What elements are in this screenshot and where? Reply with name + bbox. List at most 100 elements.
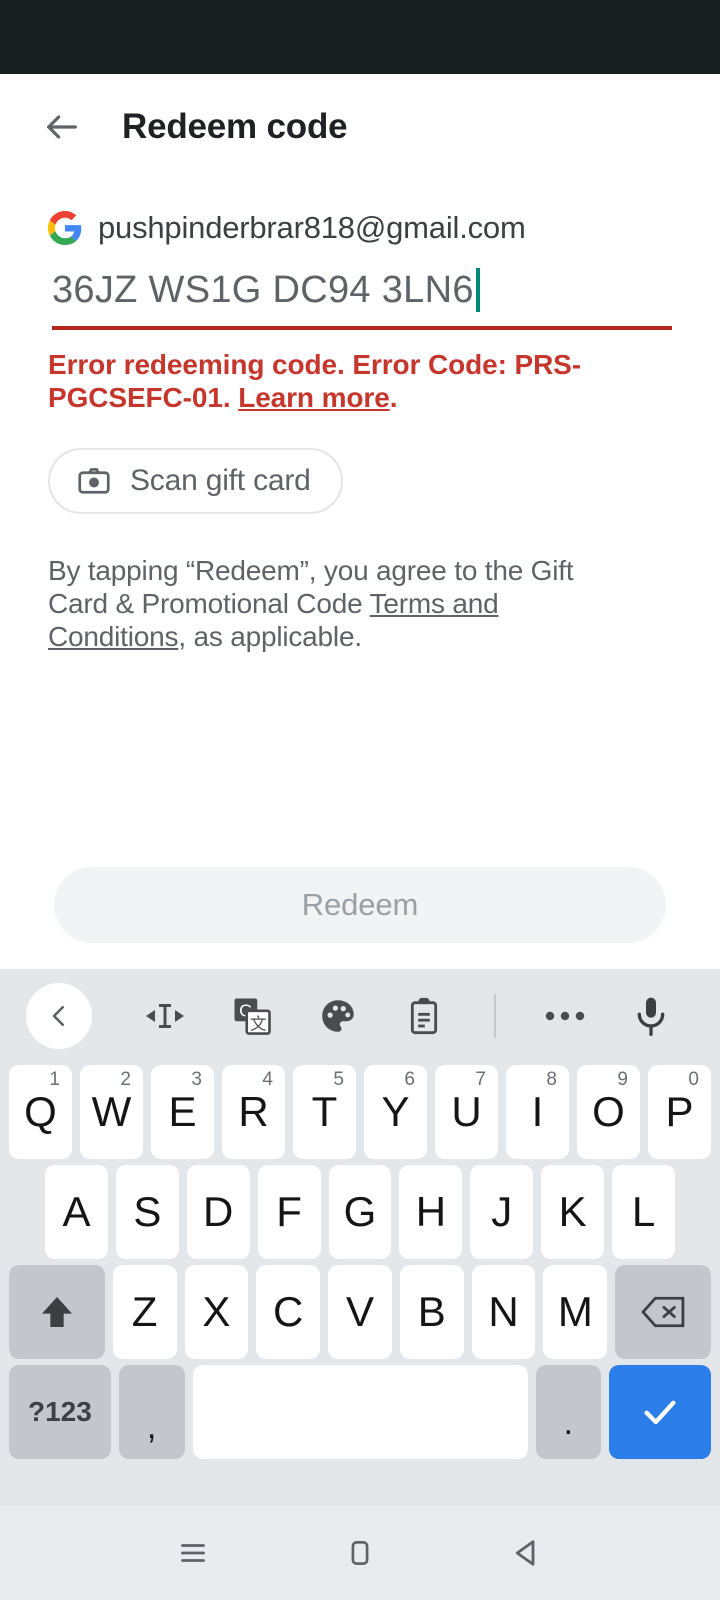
key-t[interactable]: 5T <box>293 1065 356 1159</box>
key-i[interactable]: 8I <box>506 1065 569 1159</box>
page-title: Redeem code <box>122 107 348 146</box>
key-o[interactable]: 9O <box>577 1065 640 1159</box>
keyboard-row-1: 1Q 2W 3E 4R 5T 6Y 7U 8I 9O 0P <box>5 1065 715 1159</box>
back-button[interactable] <box>492 1518 562 1588</box>
key-label: Y <box>381 1088 410 1135</box>
key-n[interactable]: N <box>471 1265 536 1359</box>
key-q[interactable]: 1Q <box>9 1065 72 1159</box>
key-label: W <box>91 1088 132 1135</box>
svg-text:文: 文 <box>249 1014 266 1033</box>
key-w[interactable]: 2W <box>80 1065 143 1159</box>
key-number: 7 <box>475 1069 486 1090</box>
back-triangle-icon <box>515 1539 535 1566</box>
key-label: P <box>665 1088 694 1135</box>
symbols-key[interactable]: ?123 <box>9 1365 111 1459</box>
android-nav-bar <box>0 1504 720 1600</box>
checkmark-icon <box>644 1400 676 1425</box>
key-number: 3 <box>191 1069 202 1090</box>
key-label: E <box>168 1088 197 1135</box>
key-label: Q <box>24 1088 57 1135</box>
error-message: Error redeeming code. Error Code: PRS-PG… <box>48 348 660 414</box>
keyboard-toolbar: G 文 <box>0 973 720 1059</box>
key-number: 5 <box>333 1069 344 1090</box>
cursor-move-button[interactable] <box>122 999 208 1033</box>
text-caret <box>475 268 480 312</box>
enter-key[interactable] <box>609 1365 711 1459</box>
shift-up-arrow-icon <box>41 1297 72 1327</box>
learn-more-link[interactable]: Learn more <box>238 382 390 413</box>
key-v[interactable]: V <box>328 1265 392 1359</box>
key-c[interactable]: C <box>256 1265 321 1359</box>
key-d[interactable]: D <box>186 1165 250 1259</box>
key-u[interactable]: 7U <box>435 1065 498 1159</box>
key-f[interactable]: F <box>257 1165 321 1259</box>
key-g[interactable]: G <box>328 1165 392 1259</box>
code-input-value: 36JZ WS1G DC94 3LN6 <box>52 268 474 311</box>
error-message-suffix: . <box>389 382 398 414</box>
google-g-icon <box>48 211 82 245</box>
key-number: 8 <box>546 1069 557 1090</box>
key-label: O <box>592 1088 625 1135</box>
account-email: pushpinderbrar818@gmail.com <box>98 210 526 245</box>
space-key[interactable] <box>192 1365 528 1459</box>
keyboard-row-2: A S D F G H J K L <box>5 1165 715 1259</box>
status-bar <box>0 0 720 74</box>
key-y[interactable]: 6Y <box>364 1065 427 1159</box>
key-number: 6 <box>404 1069 415 1090</box>
key-number: 0 <box>688 1069 699 1090</box>
keyboard-back-button[interactable] <box>26 983 92 1049</box>
key-number: 4 <box>262 1069 273 1090</box>
keyboard-rows: 1Q 2W 3E 4R 5T 6Y 7U 8I 9O 0P A S D F G … <box>0 1059 720 1504</box>
key-j[interactable]: J <box>470 1165 534 1259</box>
key-e[interactable]: 3E <box>151 1065 214 1159</box>
recents-button[interactable] <box>158 1518 228 1588</box>
scan-gift-card-label: Scan gift card <box>130 464 311 498</box>
key-r[interactable]: 4R <box>222 1065 285 1159</box>
key-s[interactable]: S <box>115 1165 179 1259</box>
key-l[interactable]: L <box>612 1165 676 1259</box>
on-screen-keyboard: G 文 1 Q 2 W 3 E 4 R 5 T 6 Y 7 U 8 I 9 O … <box>0 969 720 1504</box>
key-p[interactable]: 0P <box>648 1065 711 1159</box>
terms-text-after: , as applicable. <box>178 621 362 653</box>
terms-text: By tapping “Redeem”, you agree to the Gi… <box>48 554 634 653</box>
comma-key[interactable]: , <box>118 1365 185 1459</box>
backspace-key[interactable] <box>615 1265 711 1359</box>
period-key[interactable]: . <box>535 1365 602 1459</box>
key-a[interactable]: A <box>45 1165 108 1259</box>
key-label: U <box>451 1088 482 1135</box>
shift-key[interactable] <box>9 1265 105 1359</box>
toolbar-divider <box>493 994 496 1038</box>
redeem-button[interactable]: Redeem <box>54 867 666 943</box>
keyboard-row-4: ?123 , . <box>5 1365 715 1459</box>
code-input-underline <box>52 326 672 330</box>
camera-icon <box>78 468 110 494</box>
code-input-text-wrap[interactable]: 36JZ WS1G DC94 3LN6 <box>52 268 672 326</box>
clipboard-button[interactable] <box>381 996 467 1036</box>
key-label: R <box>238 1088 269 1135</box>
key-b[interactable]: B <box>399 1265 464 1359</box>
voice-input-button[interactable] <box>608 994 694 1038</box>
key-h[interactable]: H <box>399 1165 463 1259</box>
home-square-icon <box>351 1540 369 1565</box>
account-row[interactable]: pushpinderbrar818@gmail.com <box>0 180 720 246</box>
redeem-button-wrap: Redeem <box>0 867 720 943</box>
app-bar: Redeem code <box>0 74 720 180</box>
key-m[interactable]: M <box>543 1265 608 1359</box>
app-content: Redeem code pushpinderbrar818@gmail.com … <box>0 74 720 969</box>
key-z[interactable]: Z <box>112 1265 177 1359</box>
translate-button[interactable]: G 文 <box>208 995 294 1037</box>
key-number: 1 <box>49 1069 60 1090</box>
more-options-button[interactable] <box>522 1009 608 1023</box>
key-label: T <box>311 1088 338 1135</box>
back-arrow-icon[interactable] <box>36 101 88 153</box>
backspace-icon <box>641 1296 685 1328</box>
phone-screen: Redeem code pushpinderbrar818@gmail.com … <box>0 0 720 1600</box>
key-k[interactable]: K <box>541 1165 605 1259</box>
key-x[interactable]: X <box>184 1265 249 1359</box>
home-button[interactable] <box>325 1518 395 1588</box>
code-input-field[interactable]: 36JZ WS1G DC94 3LN6 <box>52 268 672 330</box>
key-label: I <box>531 1088 544 1135</box>
scan-gift-card-button[interactable]: Scan gift card <box>48 448 343 515</box>
recents-lines-icon <box>181 1543 206 1562</box>
theme-button[interactable] <box>295 995 381 1037</box>
